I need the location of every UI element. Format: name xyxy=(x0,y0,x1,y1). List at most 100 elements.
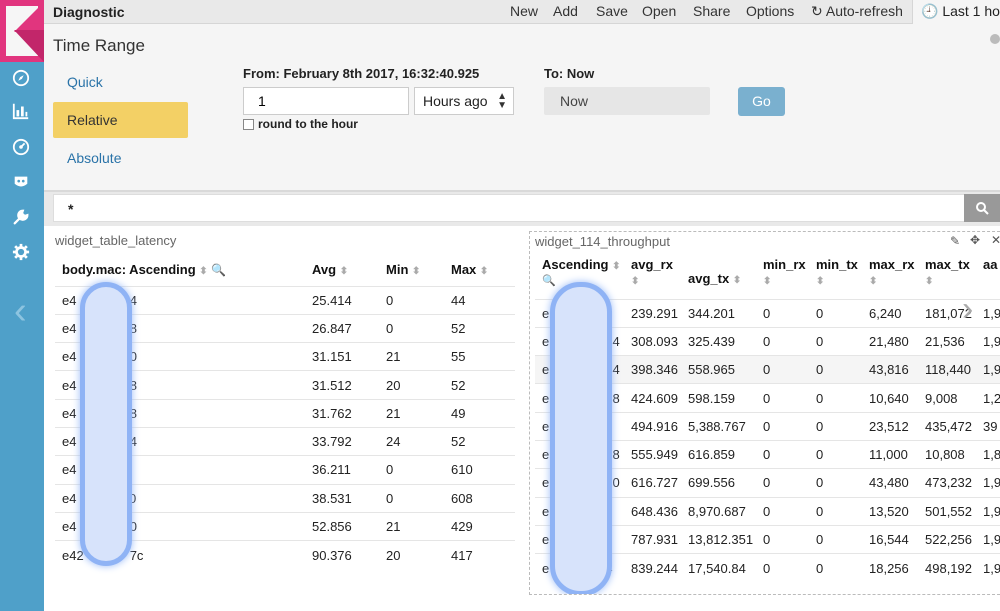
menu-open[interactable]: Open xyxy=(642,0,676,24)
menu-new[interactable]: New xyxy=(510,0,538,24)
tab-relative[interactable]: Relative xyxy=(53,102,188,138)
col-min-rx[interactable]: min_rx ⬍ xyxy=(763,257,816,299)
col-aa[interactable]: aa xyxy=(983,257,1000,299)
value-cell: 0 xyxy=(816,496,869,526)
menu-auto-refresh[interactable]: ↻ Auto-refresh xyxy=(811,0,903,24)
max-cell: 608 xyxy=(445,483,515,513)
value-cell: 0 xyxy=(763,326,816,356)
value-cell: 1,9 xyxy=(983,496,1000,526)
value-cell: 435,472 xyxy=(925,411,983,441)
value-cell: 424.609 xyxy=(631,383,688,413)
col-min[interactable]: Min ⬍ xyxy=(380,262,445,286)
to-now-field: Now xyxy=(544,87,710,115)
collapse-panel-icon[interactable] xyxy=(990,34,1000,44)
throughput-panel: widget_114_throughput ✎ ✥ ✕ Ascending ⬍🔍… xyxy=(529,231,1000,595)
avg-cell: 90.376 xyxy=(306,540,380,569)
value-cell: 699.556 xyxy=(688,468,763,498)
value-cell: 1,9 xyxy=(983,553,1000,582)
menu-add[interactable]: Add xyxy=(553,0,578,24)
discover-icon[interactable] xyxy=(10,67,32,89)
col-avg-rx[interactable]: avg_rx ⬍ xyxy=(631,257,688,299)
value-cell: 6,240 xyxy=(869,298,925,328)
menu-share[interactable]: Share xyxy=(693,0,730,24)
min-cell: 0 xyxy=(380,455,445,485)
value-cell: 0 xyxy=(763,411,816,441)
value-cell: 501,552 xyxy=(925,496,983,526)
value-cell: 598.159 xyxy=(688,383,763,413)
max-cell: 49 xyxy=(445,398,515,428)
value-cell: 0 xyxy=(816,553,869,582)
value-cell: 0 xyxy=(816,439,869,469)
value-cell: 522,256 xyxy=(925,524,983,554)
min-cell: 20 xyxy=(380,540,445,569)
value-cell: 0 xyxy=(816,326,869,356)
value-cell: 43,480 xyxy=(869,468,925,498)
close-icon[interactable]: ✕ xyxy=(991,233,1000,247)
col-body-mac[interactable]: body.mac: Ascending ⬍ 🔍 xyxy=(55,262,306,286)
col-avg[interactable]: Avg ⬍ xyxy=(306,262,380,286)
col-min-tx[interactable]: min_tx ⬍ xyxy=(816,257,869,299)
tab-quick[interactable]: Quick xyxy=(53,64,188,100)
search-button[interactable] xyxy=(964,194,1000,222)
dev-tools-icon[interactable] xyxy=(10,206,32,228)
value-cell: 23,512 xyxy=(869,411,925,441)
move-icon[interactable]: ✥ xyxy=(970,233,980,247)
value-cell: 616.727 xyxy=(631,468,688,498)
value-cell: 13,812.351 xyxy=(688,524,763,554)
value-cell: 0 xyxy=(816,355,869,384)
menu-save[interactable]: Save xyxy=(596,0,628,24)
round-to-hour-label: round to the hour xyxy=(258,117,358,131)
kibana-logo[interactable] xyxy=(0,0,44,62)
value-cell: 21,536 xyxy=(925,326,983,356)
value-cell: 308.093 xyxy=(631,326,688,356)
relative-amount-input[interactable] xyxy=(243,87,409,115)
time-picker-button[interactable]: 🕘 Last 1 hour xyxy=(912,0,1000,24)
value-cell: 325.439 xyxy=(688,326,763,356)
left-nav: ‹ xyxy=(0,0,44,611)
relative-unit-select[interactable]: Hours ago ▲ ▼ xyxy=(414,87,514,115)
col-max[interactable]: Max ⬍ xyxy=(445,262,515,286)
value-cell: 344.201 xyxy=(688,298,763,328)
value-cell: 9,008 xyxy=(925,383,983,413)
collapse-nav-chevron-icon[interactable]: ‹ xyxy=(14,292,27,330)
next-page-chevron-icon[interactable]: › xyxy=(962,292,973,326)
max-cell: 610 xyxy=(445,455,515,485)
timelion-icon[interactable] xyxy=(10,171,32,193)
edit-pencil-icon[interactable]: ✎ xyxy=(950,234,960,248)
dashboard-icon[interactable] xyxy=(0,129,44,165)
max-cell: 55 xyxy=(445,342,515,371)
clock-icon: 🕘 xyxy=(921,3,939,19)
value-cell: 0 xyxy=(816,524,869,554)
value-cell: 0 xyxy=(763,355,816,384)
value-cell: 648.436 xyxy=(631,496,688,526)
value-cell: 21,480 xyxy=(869,326,925,356)
min-cell: 0 xyxy=(380,483,445,513)
menu-options[interactable]: Options xyxy=(746,0,794,24)
value-cell: 181,072 xyxy=(925,298,983,328)
tab-absolute[interactable]: Absolute xyxy=(53,140,188,176)
visualize-icon[interactable] xyxy=(10,100,32,122)
min-cell: 20 xyxy=(380,370,445,400)
value-cell: 1,9 xyxy=(983,468,1000,498)
col-avg-tx[interactable]: avg_tx ⬍ xyxy=(688,257,763,299)
value-cell: 18,256 xyxy=(869,553,925,582)
max-cell: 44 xyxy=(445,285,515,315)
value-cell: 5,388.767 xyxy=(688,411,763,441)
col-max-tx[interactable]: max_tx ⬍ xyxy=(925,257,983,299)
avg-cell: 33.792 xyxy=(306,426,380,456)
round-to-hour-checkbox[interactable] xyxy=(243,119,254,130)
min-cell: 21 xyxy=(380,511,445,541)
value-cell: 558.965 xyxy=(688,355,763,384)
value-cell: 11,000 xyxy=(869,439,925,469)
go-button[interactable]: Go xyxy=(738,87,785,116)
value-cell: 494.916 xyxy=(631,411,688,441)
management-gear-icon[interactable] xyxy=(10,241,32,263)
value-cell: 555.949 xyxy=(631,439,688,469)
search-input[interactable]: * xyxy=(53,194,965,222)
value-cell: 616.859 xyxy=(688,439,763,469)
search-icon xyxy=(976,202,989,215)
value-cell: 16,544 xyxy=(869,524,925,554)
col-max-rx[interactable]: max_rx ⬍ xyxy=(869,257,925,299)
value-cell: 1,9 xyxy=(983,298,1000,328)
max-cell: 429 xyxy=(445,511,515,541)
